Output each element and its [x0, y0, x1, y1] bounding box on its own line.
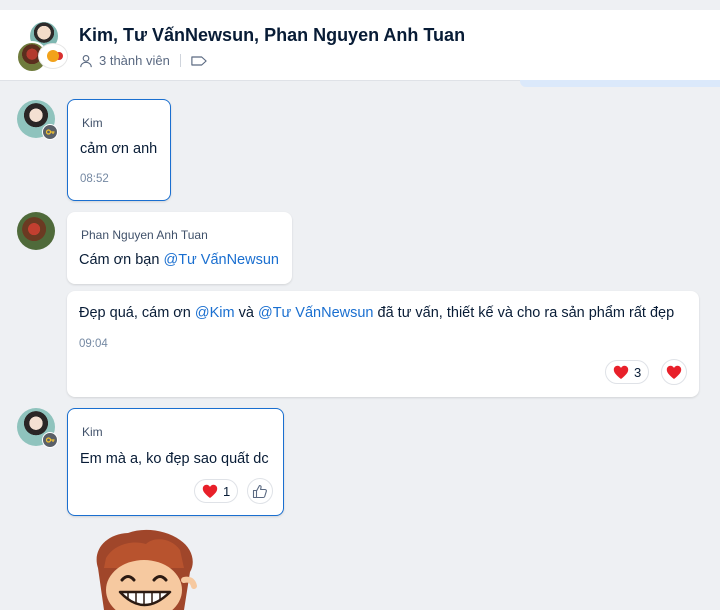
thumbs-up-icon: [252, 484, 267, 498]
reaction-count: 1: [223, 483, 231, 499]
conversation-subtitle: 3 thành viên: [79, 53, 207, 68]
group-avatar[interactable]: [16, 18, 70, 73]
sender-name: Kim: [82, 425, 103, 439]
react-button[interactable]: [661, 359, 687, 385]
sender-name: Phan Nguyen Anh Tuan: [81, 228, 208, 242]
pinned-bar-edge: [520, 80, 720, 87]
avatar[interactable]: [17, 212, 55, 250]
user-icon: [80, 54, 92, 67]
mention-link[interactable]: @Kim: [195, 305, 235, 321]
heart-icon: [666, 365, 682, 379]
message-time: 08:52: [80, 173, 109, 185]
sender-name: Kim: [82, 116, 103, 130]
message-bubble[interactable]: Phan Nguyen Anh Tuan Cám ơn bạn @Tư VấnN…: [67, 212, 292, 284]
mention-link[interactable]: @Tư VấnNewsun: [163, 252, 279, 268]
conversation-title[interactable]: Kim, Tư VấnNewsun, Phan Nguyen Anh Tuan: [79, 25, 465, 46]
key-icon: [42, 432, 58, 448]
divider: [179, 54, 181, 67]
message-bubble[interactable]: Kim cảm ơn anh 08:52: [67, 99, 171, 201]
message-text: Em mà a, ko đẹp sao quất dc: [80, 451, 269, 467]
member-count[interactable]: 3 thành viên: [99, 53, 170, 68]
mention-link[interactable]: @Tư VấnNewsun: [258, 305, 374, 321]
tag-icon[interactable]: [191, 55, 207, 67]
message-text: cảm ơn anh: [80, 141, 158, 157]
reaction-summary[interactable]: 1: [194, 479, 239, 503]
conversation-header: Kim, Tư VấnNewsun, Phan Nguyen Anh Tuan …: [0, 10, 720, 81]
message-text: Cám ơn bạn @Tư VấnNewsun: [79, 252, 279, 268]
member-avatar: [38, 43, 68, 69]
key-icon: [42, 124, 58, 140]
react-button[interactable]: [247, 478, 273, 504]
message-time: 09:04: [79, 338, 108, 350]
reaction-count: 3: [634, 364, 642, 380]
message-bubble[interactable]: Đẹp quá, cám ơn @Kim và @Tư VấnNewsun đã…: [67, 291, 699, 397]
message-bubble[interactable]: Kim Em mà a, ko đẹp sao quất dc 1: [67, 408, 284, 516]
heart-icon: [202, 484, 218, 498]
heart-icon: [613, 365, 629, 379]
message-text: Đẹp quá, cám ơn @Kim và @Tư VấnNewsun đã…: [79, 305, 675, 321]
laughing-sticker[interactable]: [84, 528, 204, 610]
reaction-summary[interactable]: 3: [605, 360, 650, 384]
